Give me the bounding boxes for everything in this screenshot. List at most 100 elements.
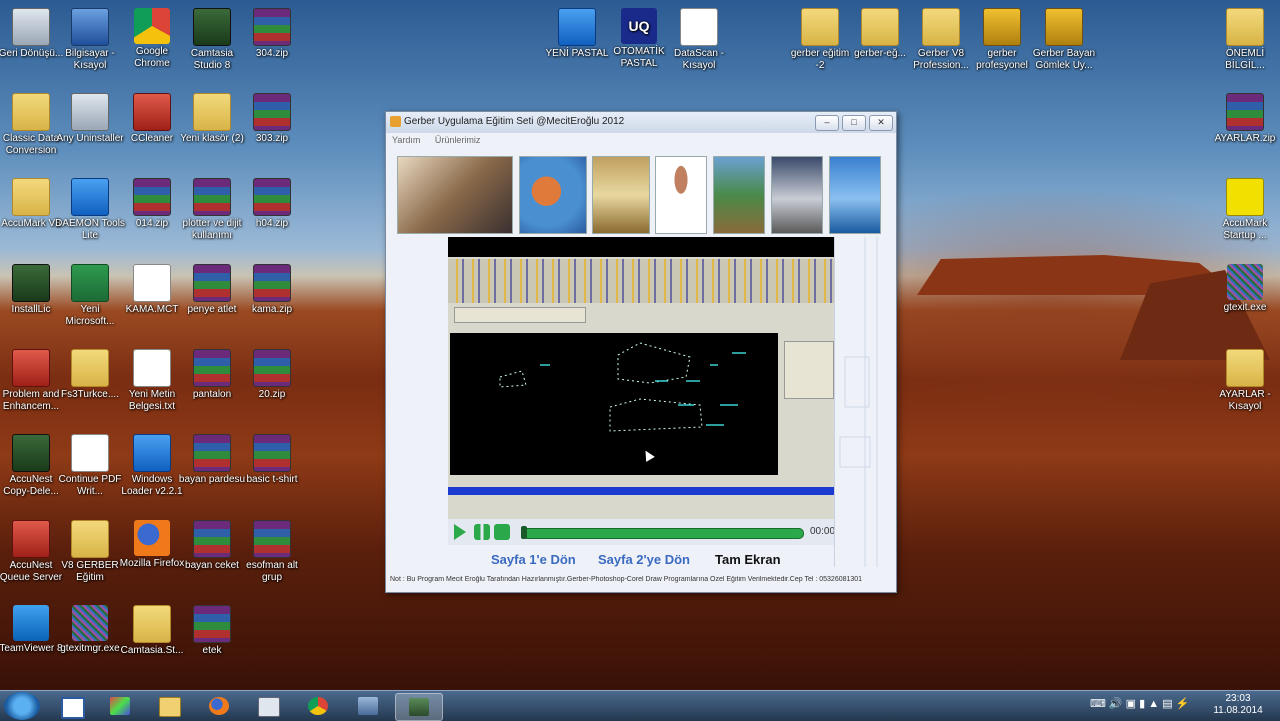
- desktop-icon-label: 014.zip: [135, 218, 169, 229]
- folder-icon: [12, 178, 50, 216]
- system-tray[interactable]: ⌨ 🔊 ▣ ▮ ▲ ▤ ⚡: [1090, 697, 1189, 710]
- page2-link[interactable]: Sayfa 2'ye Dön: [598, 552, 690, 567]
- winrar-icon: [193, 605, 231, 643]
- player-controls: 00:00: [448, 519, 835, 545]
- desktop-icon[interactable]: Gerber V8 Profession...: [906, 8, 976, 72]
- uq-icon: UQ: [621, 8, 657, 44]
- desktop-icon-label: AccuMark V8: [1, 218, 61, 229]
- gerber-training-window: Gerber Uygulama Eğitim Seti @MecitEroğlu…: [385, 111, 897, 593]
- firefox-icon: [209, 697, 229, 715]
- taskbar-explorer[interactable]: [48, 693, 94, 719]
- photo-woman[interactable]: [655, 156, 707, 234]
- desktop-icon[interactable]: h04.zip: [237, 178, 307, 230]
- photo-business-meeting[interactable]: [397, 156, 513, 234]
- seek-bar[interactable]: [521, 526, 804, 539]
- folder-icon: [1226, 349, 1264, 387]
- desktop-icon-label: OTOMATİK PASTAL: [613, 46, 665, 69]
- taskbar-app[interactable]: [345, 693, 391, 719]
- desktop-icon-label: Camtasia Studio 8: [190, 48, 234, 71]
- desktop-icon[interactable]: kama.zip: [237, 264, 307, 316]
- desktop-icon[interactable]: Gerber Bayan Gömlek Uy...: [1029, 8, 1099, 72]
- taskbar-gerber-training[interactable]: [395, 693, 443, 721]
- photo-sailboat[interactable]: [829, 156, 881, 234]
- teamviewer-icon: [13, 605, 49, 641]
- photo-balloons[interactable]: [519, 156, 587, 234]
- desktop-icon-label: kama.zip: [251, 304, 292, 315]
- clock[interactable]: 23:03 11.08.2014: [1212, 693, 1264, 717]
- pdf-writer-icon: [71, 434, 109, 472]
- desktop-icon[interactable]: esofman alt grup: [237, 520, 307, 584]
- desktop-icon[interactable]: ÖNEMLİ BİLGİL...: [1210, 8, 1280, 72]
- winrar-icon: [253, 178, 291, 216]
- desktop-icon-label: bayan ceket: [185, 560, 239, 571]
- desktop-icon-label: AccuMark Startup ...: [1222, 218, 1268, 241]
- desktop-icon-label: 304.zip: [255, 48, 289, 59]
- desktop-icon[interactable]: gtexitmgr.exe: [55, 605, 125, 655]
- desktop-icon[interactable]: etek: [177, 605, 247, 657]
- decorative-panel: [834, 237, 895, 567]
- desktop-icon-label: Classic Data Conversion: [2, 133, 60, 156]
- desktop-icon[interactable]: Continue PDF Writ...: [55, 434, 125, 498]
- stop-icon[interactable]: [494, 524, 510, 540]
- desktop-icon-label: DataScan - Kısayol: [673, 48, 725, 71]
- play-icon[interactable]: [454, 524, 466, 540]
- desktop-icon[interactable]: 20.zip: [237, 349, 307, 401]
- desktop-icon-label: gerber eğitim -2: [790, 48, 850, 71]
- folder-icon: [861, 8, 899, 46]
- minimize-button[interactable]: –: [815, 115, 839, 131]
- app-icon: [358, 697, 378, 715]
- desktop-icon[interactable]: Any Uninstaller: [55, 93, 125, 145]
- desktop-icon[interactable]: YENİ PASTAL: [542, 8, 612, 60]
- desktop-icon[interactable]: gerber-eğ...: [845, 8, 915, 60]
- desktop-icon[interactable]: DataScan - Kısayol: [664, 8, 734, 72]
- datascan-icon: [680, 8, 718, 46]
- desktop-icon[interactable]: AccuMark Startup ...: [1210, 178, 1280, 242]
- fullscreen-link[interactable]: Tam Ekran: [715, 552, 781, 567]
- photo-cyclist[interactable]: [713, 156, 765, 234]
- page1-link[interactable]: Sayfa 1'e Dön: [491, 552, 576, 567]
- taskbar: ⌨ 🔊 ▣ ▮ ▲ ▤ ⚡ 23:03 11.08.2014: [0, 690, 1280, 721]
- installer-icon: [12, 264, 50, 302]
- folder-icon: [133, 605, 171, 643]
- desktop-icon[interactable]: 303.zip: [237, 93, 307, 145]
- desktop-icon-label: AYARLAR.zip: [1214, 133, 1276, 144]
- winrar-icon: [1226, 93, 1264, 131]
- taskbar-folder[interactable]: [146, 693, 192, 719]
- desktop-icon-label: Problem and Enhancem...: [2, 389, 60, 412]
- maximize-button[interactable]: □: [842, 115, 866, 131]
- desktop-icon[interactable]: DAEMON Tools Lite: [55, 178, 125, 242]
- winrar-icon: [253, 264, 291, 302]
- pastal-icon: [558, 8, 596, 46]
- desktop-icon-label: bayan pardesu: [178, 474, 246, 485]
- video-player[interactable]: [448, 237, 834, 519]
- close-button[interactable]: ✕: [869, 115, 893, 131]
- window-title: Gerber Uygulama Eğitim Seti @MecitEroğlu…: [404, 116, 625, 127]
- desktop-icon-label: Fs3Turkce....: [61, 389, 119, 400]
- taskbar-chrome[interactable]: [295, 693, 341, 719]
- desktop: Geri Dönüşü... Bilgisayar - Kısayol Google…: [0, 0, 1280, 690]
- taskbar-gtexit[interactable]: [97, 693, 143, 719]
- menu-yardim[interactable]: Yardım: [392, 135, 420, 145]
- desktop-icon[interactable]: gerber profesyonel: [967, 8, 1037, 72]
- desktop-icon-label: Gerber V8 Profession...: [913, 48, 969, 71]
- desktop-icon[interactable]: Bilgisayar - Kısayol: [55, 8, 125, 72]
- desktop-icon[interactable]: basic t-shirt: [237, 434, 307, 486]
- desktop-icon[interactable]: V8 GERBER Eğitim: [55, 520, 125, 584]
- desktop-icon[interactable]: 304.zip: [237, 8, 307, 60]
- menu-urunlerimiz[interactable]: Ürünlerimiz: [435, 135, 481, 145]
- desktop-icon[interactable]: AYARLAR.zip: [1210, 93, 1280, 145]
- taskbar-calculator[interactable]: [245, 693, 291, 719]
- start-button[interactable]: [4, 692, 40, 720]
- photo-jet[interactable]: [771, 156, 823, 234]
- photo-living-room[interactable]: [592, 156, 650, 234]
- taskbar-firefox[interactable]: [196, 693, 242, 719]
- window-icon: [61, 697, 85, 719]
- folder-icon: [193, 93, 231, 131]
- desktop-icon[interactable]: gtexit.exe: [1210, 264, 1280, 314]
- seek-knob[interactable]: [521, 526, 527, 539]
- window-titlebar[interactable]: Gerber Uygulama Eğitim Seti @MecitEroğlu…: [386, 112, 896, 133]
- desktop-icon[interactable]: Fs3Turkce....: [55, 349, 125, 401]
- desktop-icon[interactable]: AYARLAR - Kısayol: [1210, 349, 1280, 413]
- desktop-icon[interactable]: Yeni Microsoft...: [55, 264, 125, 328]
- pause-icon[interactable]: [474, 524, 490, 540]
